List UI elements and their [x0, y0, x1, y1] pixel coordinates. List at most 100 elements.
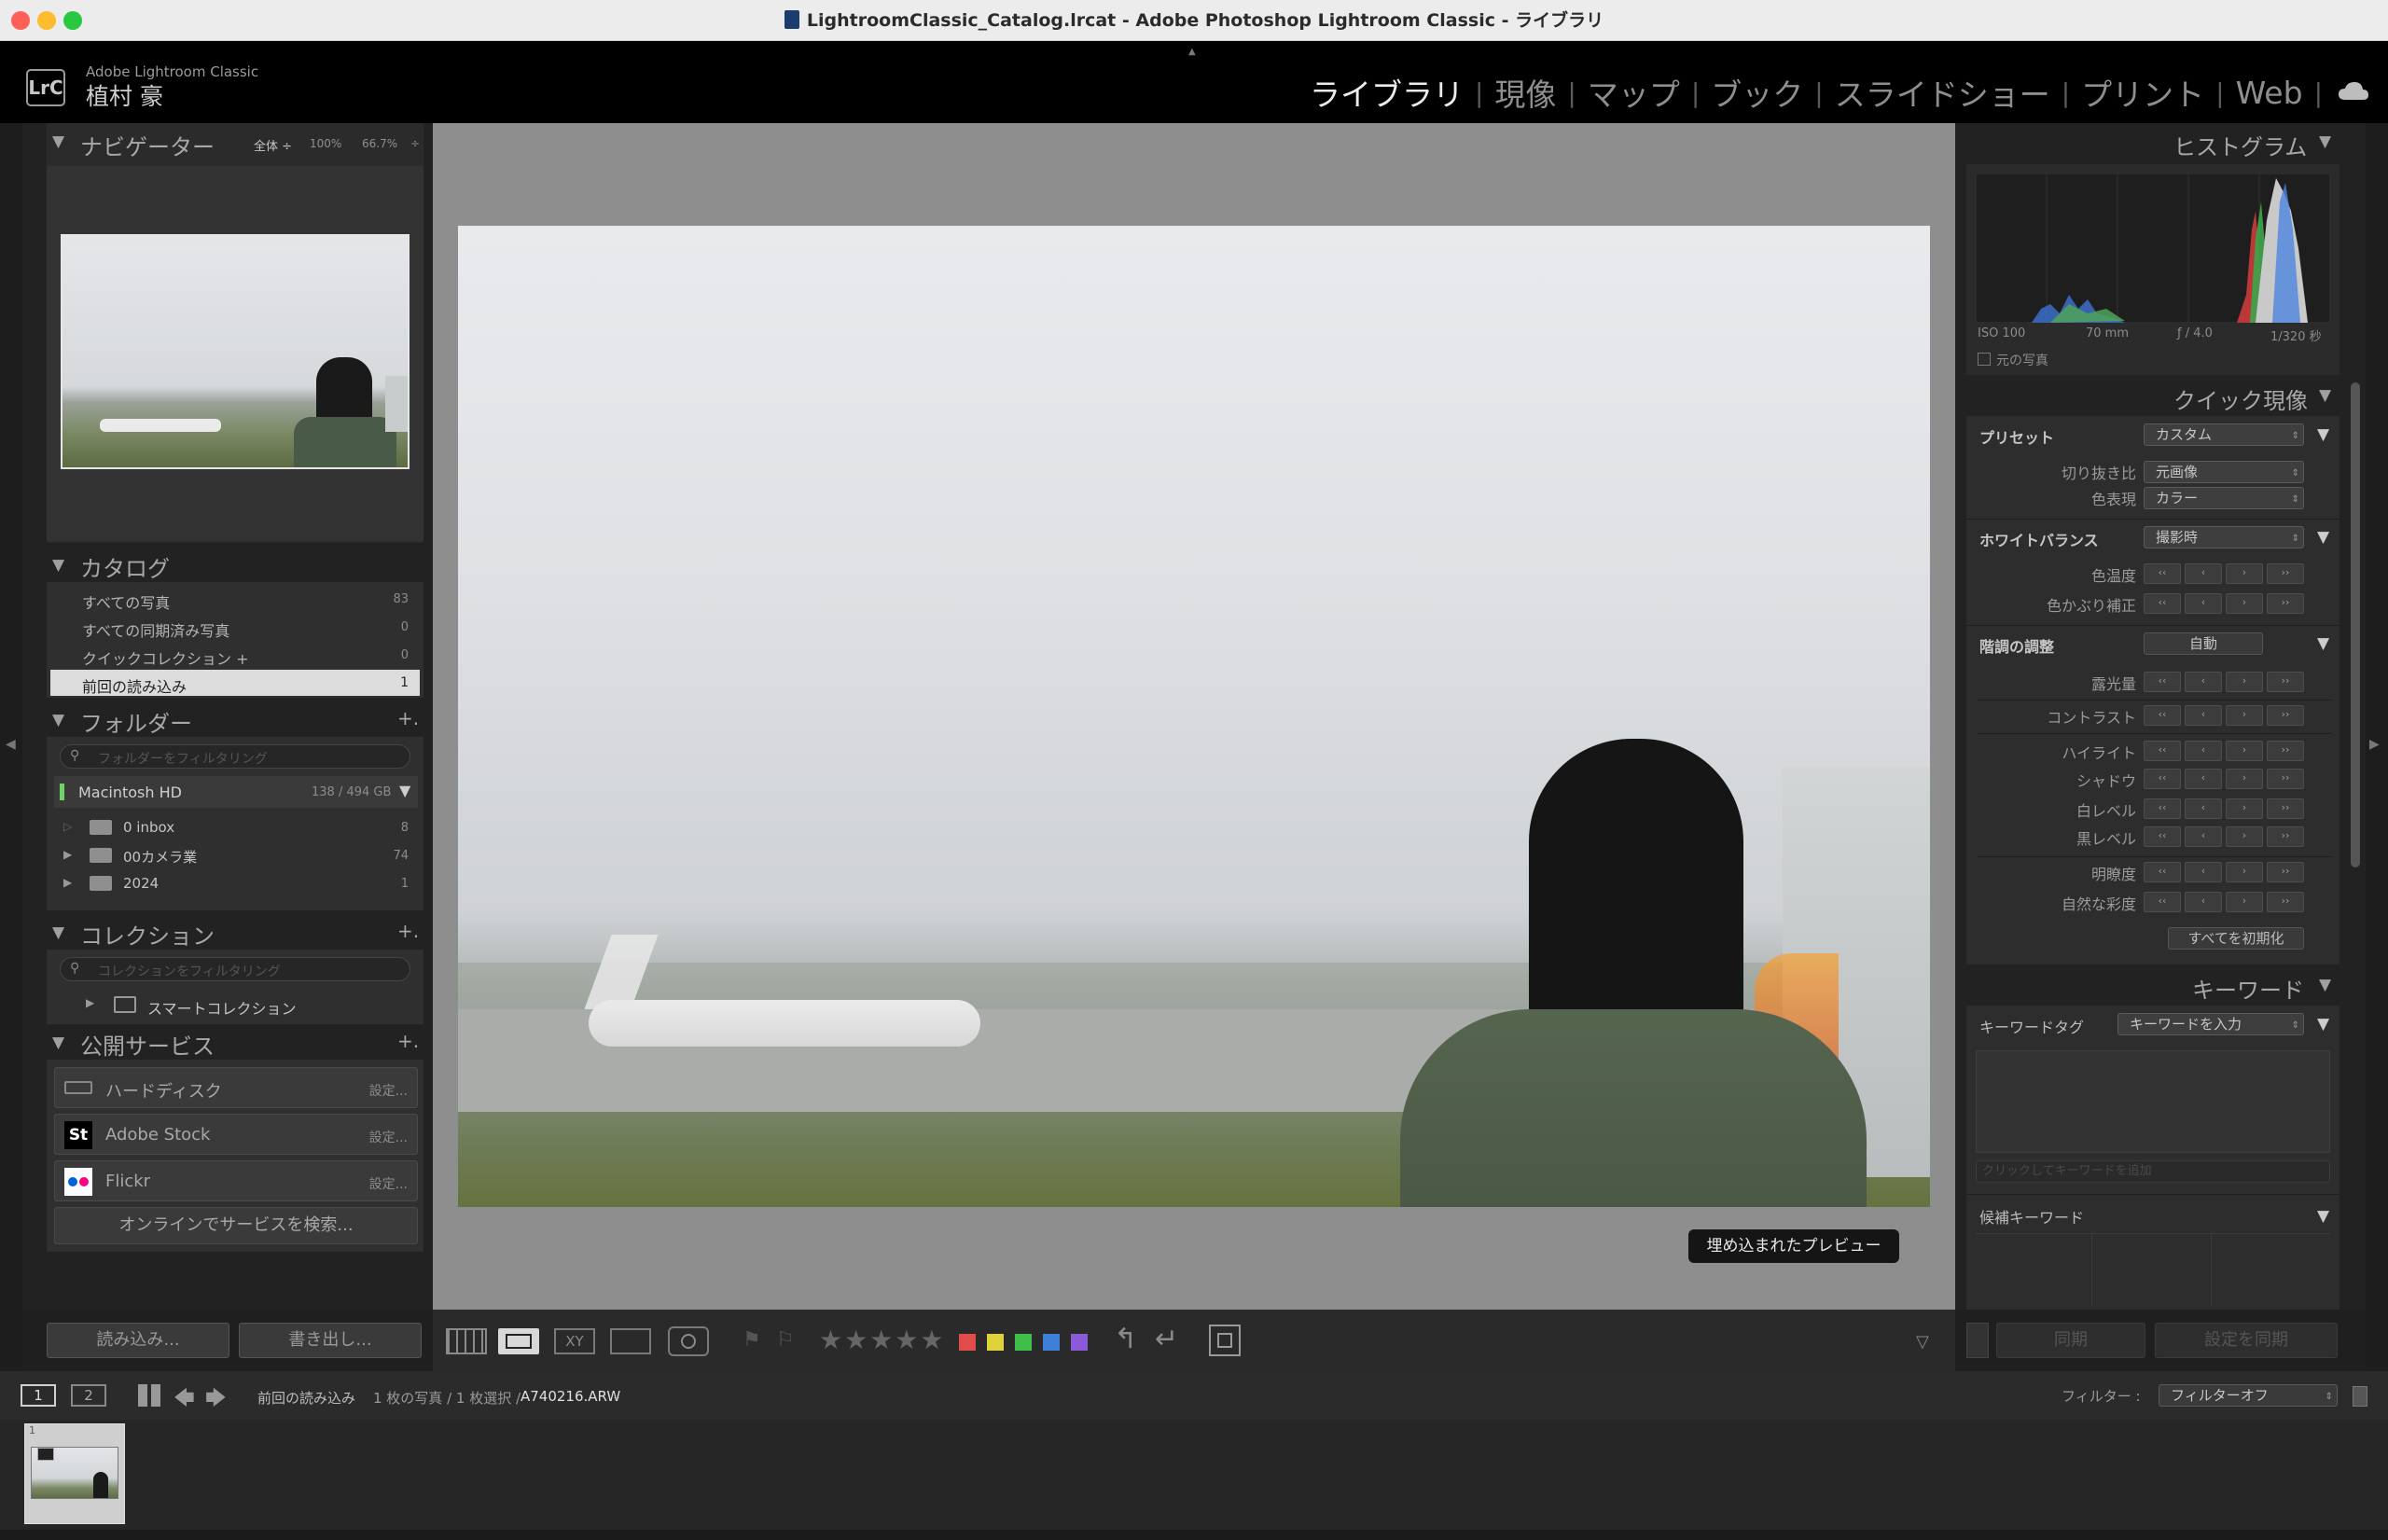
original-photo-checkbox[interactable] [1978, 353, 1991, 366]
module-develop[interactable]: 現像 [1491, 70, 1560, 115]
expand-icon[interactable]: ▶ [86, 996, 94, 1009]
navigator-zoom-fit[interactable]: 全体 ÷ [254, 136, 292, 154]
navigator-collapse-icon[interactable]: ▼ [52, 132, 64, 151]
main-photo[interactable] [458, 226, 1930, 1207]
right-panel-scrollbar[interactable] [2351, 382, 2360, 867]
filter-lock-icon[interactable] [2353, 1386, 2367, 1407]
auto-sync-toggle[interactable] [1966, 1323, 1989, 1358]
module-book[interactable]: ブック [1707, 70, 1807, 115]
folder-row[interactable]: ▶ 2024 1 [54, 871, 418, 897]
publish-collapse-icon[interactable]: ▼ [52, 1034, 64, 1052]
keyword-tags-expand-icon[interactable]: ▼ [2317, 1015, 2329, 1034]
navigator-zoom-100[interactable]: 100% [310, 137, 341, 150]
catalog-item-selected[interactable]: 前回の読み込み 1 [50, 670, 420, 696]
collapse-top-panel-icon[interactable]: ▲ [1188, 47, 1200, 57]
color-label-green[interactable] [1015, 1334, 1032, 1351]
catalog-item[interactable]: すべての写真 83 [50, 586, 420, 612]
filter-dropdown[interactable]: フィルターオフ ⇕ [2159, 1384, 2338, 1407]
folders-collapse-icon[interactable]: ▼ [52, 711, 64, 729]
grid-icon[interactable] [138, 1384, 160, 1407]
module-slideshow[interactable]: スライドショー [1831, 70, 2054, 115]
collapse-right-panel-icon[interactable]: ▶ [2369, 737, 2380, 752]
keyword-suggestions-grid[interactable] [1976, 1233, 2330, 1306]
wb-dropdown[interactable]: 撮影時 ⇕ [2144, 526, 2304, 548]
reset-all-button[interactable]: すべてを初期化 [2168, 927, 2304, 950]
find-more-services-button[interactable]: オンラインでサービスを検索... [54, 1207, 418, 1244]
pick-flag-icon[interactable]: ⚑ [743, 1328, 761, 1352]
main-window-button[interactable]: 1 [21, 1384, 56, 1407]
histogram-collapse-icon[interactable]: ▼ [2319, 132, 2331, 151]
tint-stepper[interactable]: ‹‹ ‹ › ›› [2144, 593, 2304, 614]
star-rating[interactable]: ★★★★★ [819, 1325, 946, 1355]
publish-service-adobe-stock[interactable]: St Adobe Stock 設定... [54, 1114, 418, 1155]
crop-overlay-icon[interactable] [1209, 1325, 1241, 1356]
publish-service-settings[interactable]: 設定... [369, 1174, 408, 1193]
color-label-yellow[interactable] [987, 1334, 1004, 1351]
loupe-view-button[interactable] [498, 1328, 539, 1354]
grid-view-icon[interactable] [446, 1328, 487, 1354]
exposure-stepper[interactable]: ‹‹ ‹ › ›› [2144, 672, 2304, 692]
people-view-icon[interactable] [668, 1326, 709, 1356]
forward-arrow-icon[interactable]: 🡆 [205, 1382, 227, 1418]
reject-flag-icon[interactable]: ⚐ [776, 1328, 795, 1352]
wb-expand-icon[interactable]: ▼ [2317, 528, 2329, 547]
shadows-stepper[interactable]: ‹‹ ‹ › ›› [2144, 769, 2304, 789]
color-label-blue[interactable] [1043, 1334, 1060, 1351]
publish-service-flickr[interactable]: Flickr 設定... [54, 1160, 418, 1201]
highlights-stepper[interactable]: ‹‹ ‹ › ›› [2144, 741, 2304, 761]
collection-filter-input[interactable]: ⚲ コレクションをフィルタリング [60, 957, 410, 981]
collapse-left-panel-icon[interactable]: ◀ [6, 737, 16, 752]
module-map[interactable]: マップ [1584, 70, 1684, 115]
temp-stepper[interactable]: ‹‹ ‹ › ›› [2144, 563, 2304, 584]
module-web[interactable]: Web [2232, 75, 2307, 111]
collections-collapse-icon[interactable]: ▼ [52, 923, 64, 942]
publish-service-settings[interactable]: 設定... [369, 1081, 408, 1100]
survey-view-icon[interactable] [610, 1328, 651, 1354]
color-label-red[interactable] [959, 1334, 976, 1351]
blacks-stepper[interactable]: ‹‹ ‹ › ›› [2144, 826, 2304, 847]
cloud-icon[interactable] [2338, 80, 2369, 101]
keywords-collapse-icon[interactable]: ▼ [2319, 976, 2331, 994]
keyword-tags-dropdown[interactable]: キーワードを入力 ⇕ [2117, 1013, 2304, 1035]
quick-develop-collapse-icon[interactable]: ▼ [2319, 386, 2331, 405]
catalog-item[interactable]: すべての同期済み写真 0 [50, 614, 420, 640]
color-label-purple[interactable] [1071, 1334, 1088, 1351]
expand-icon[interactable]: ▶ [63, 876, 72, 889]
crop-dropdown[interactable]: 元画像 ⇕ [2144, 461, 2304, 483]
navigator-thumbnail[interactable] [61, 234, 410, 469]
auto-tone-button[interactable]: 自動 [2144, 632, 2263, 655]
vibrance-stepper[interactable]: ‹‹ ‹ › ›› [2144, 892, 2304, 912]
folder-filter-input[interactable]: ⚲ フォルダーをフィルタリング [60, 744, 410, 769]
secondary-window-button[interactable]: 2 [71, 1384, 106, 1407]
filmstrip-source[interactable]: 前回の読み込み [257, 1388, 355, 1408]
filename-dropdown-icon[interactable]: ⌄ [612, 1390, 621, 1403]
publish-service-settings[interactable]: 設定... [369, 1128, 408, 1146]
tone-expand-icon[interactable]: ▼ [2317, 634, 2329, 653]
filmstrip-thumbnail[interactable]: 1 [24, 1423, 125, 1524]
folder-row[interactable]: ▷ 0 inbox 8 [54, 815, 418, 841]
navigator-zoom-667[interactable]: 66.7% [362, 137, 397, 150]
preset-expand-icon[interactable]: ▼ [2317, 425, 2329, 444]
export-button[interactable]: 書き出し... [239, 1323, 422, 1358]
preset-dropdown[interactable]: カスタム ⇕ [2144, 423, 2304, 446]
catalog-item[interactable]: クイックコレクション + 0 [50, 642, 420, 668]
collections-add-button[interactable]: +. [397, 920, 419, 942]
sync-settings-button[interactable]: 設定を同期 [2155, 1323, 2338, 1358]
import-button[interactable]: 読み込み... [47, 1323, 229, 1358]
keyword-suggestions-expand-icon[interactable]: ▼ [2317, 1207, 2329, 1226]
folder-row[interactable]: ▶ 00カメラ業 74 [54, 843, 418, 869]
sync-button[interactable]: 同期 [1996, 1323, 2145, 1358]
smart-collection-row[interactable]: ▶ スマートコレクション [54, 991, 418, 1019]
navigator-zoom-dropdown[interactable]: ÷ [410, 137, 420, 150]
volume-menu-icon[interactable]: ▼ [399, 782, 410, 799]
publish-service-harddisk[interactable]: ハードディスク 設定... [54, 1067, 418, 1108]
expand-icon[interactable]: ▶ [63, 848, 72, 861]
rotate-right-icon[interactable]: ↵ [1155, 1323, 1178, 1355]
toolbar-menu-icon[interactable]: ▽ [1916, 1332, 1929, 1352]
publish-add-button[interactable]: +. [397, 1030, 419, 1052]
back-arrow-icon[interactable]: 🡄 [174, 1382, 195, 1418]
volume-row[interactable]: Macintosh HD 138 / 494 GB ▼ [54, 776, 418, 808]
module-print[interactable]: プリント [2077, 70, 2208, 115]
contrast-stepper[interactable]: ‹‹ ‹ › ›› [2144, 705, 2304, 726]
whites-stepper[interactable]: ‹‹ ‹ › ›› [2144, 798, 2304, 819]
